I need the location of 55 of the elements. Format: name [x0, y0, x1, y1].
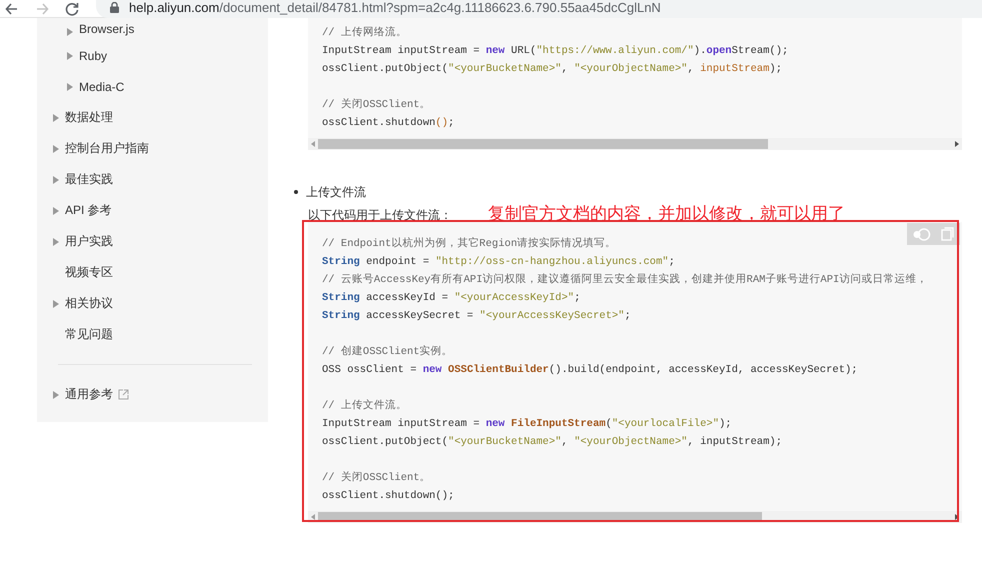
caret-icon[interactable] — [67, 28, 73, 36]
caret-icon[interactable] — [67, 52, 73, 60]
toggle-icon[interactable] — [913, 228, 931, 240]
code-line: // 创建OSSClient实例。 — [322, 344, 453, 360]
list-item: 上传文件流 — [306, 184, 366, 200]
code-line: ossClient.shutdown(); — [322, 489, 454, 504]
code-line: OSS ossClient = new OSSClientBuilder().build(endpoint, accessKeyId, accessKeySecret); — [322, 363, 858, 378]
code-line: // 上传网络流。 — [322, 25, 407, 41]
code-line: // 云账号AccessKey有所有API访问权限，建议遵循阿里云安全最佳实践，创建并使用RAM子账号进行API访问或日常运维， — [322, 272, 928, 288]
scroll-left-icon[interactable] — [311, 514, 315, 520]
scroll-right-icon[interactable] — [955, 141, 959, 147]
code-line: String accessKeySecret = "<yourAccessKeySecret>"; — [322, 309, 631, 324]
code-line: InputStream inputStream = new URL("https://www.aliyun.com/").openStream(); — [322, 44, 788, 59]
sidebar-item[interactable]: 数据处理 — [65, 109, 113, 126]
sidebar-item[interactable]: Ruby — [79, 48, 108, 62]
caret-icon[interactable] — [53, 176, 59, 184]
code-line: String accessKeyId = "<yourAccessKeyId>"; — [322, 291, 580, 306]
sidebar-item[interactable]: 常见问题 — [65, 326, 113, 343]
caret-icon[interactable] — [53, 206, 59, 214]
code-line: ossClient.putObject("<yourBucketName>", "<yourObjectName>", inputStream); — [322, 62, 782, 77]
back-icon[interactable] — [4, 0, 20, 16]
copy-icon[interactable] — [941, 227, 954, 241]
paragraph: 以下代码用于上传文件流： — [308, 207, 452, 224]
scroll-left-icon[interactable] — [311, 141, 315, 147]
sidebar-item[interactable]: API 参考 — [65, 202, 112, 219]
caret-icon[interactable] — [53, 390, 59, 398]
lock-icon[interactable] — [110, 2, 119, 12]
caret-icon[interactable] — [53, 238, 59, 246]
sidebar-item[interactable]: 用户实践 — [65, 233, 113, 250]
code-line: // 关闭OSSClient。 — [322, 470, 431, 486]
code-line: ossClient.putObject("<yourBucketName>", "<yourObjectName>", inputStream); — [322, 435, 782, 450]
caret-icon[interactable] — [53, 144, 59, 152]
bullet-icon — [294, 190, 298, 194]
caret-icon[interactable] — [53, 114, 59, 122]
caret-icon[interactable] — [67, 82, 73, 90]
sidebar-item[interactable]: 通用参考 — [65, 386, 113, 403]
external-link-icon[interactable] — [118, 389, 129, 400]
code-line: // 上传文件流。 — [322, 398, 407, 414]
sidebar-item[interactable]: 视频专区 — [65, 264, 113, 281]
code-line: // Endpoint以杭州为例，其它Region请按实际情况填写。 — [322, 236, 616, 252]
sidebar-item[interactable]: 控制台用户指南 — [65, 140, 149, 157]
reload-icon[interactable] — [64, 0, 80, 16]
code-line: ossClient.shutdown(); — [322, 116, 454, 131]
caret-icon[interactable] — [53, 300, 59, 308]
code-line: String endpoint = "http://oss-cn-hangzhou.aliyuncs.com"; — [322, 255, 675, 270]
url-field[interactable]: help.aliyun.com/document_detail/84781.html?spm=a2c4g.11186623.6.790.55aa45dcCglLnN — [96, 0, 982, 18]
forward-icon[interactable] — [34, 0, 50, 16]
sidebar-item[interactable]: 相关协议 — [65, 295, 113, 312]
scrollbar[interactable] — [308, 138, 962, 150]
sidebar-item[interactable]: Browser.js — [79, 22, 134, 36]
code-line: InputStream inputStream = new FileInputStream("<yourlocalFile>"); — [322, 417, 732, 432]
sidebar-item[interactable]: Media-C — [79, 80, 124, 94]
sidebar-item[interactable]: 最佳实践 — [65, 171, 113, 188]
code-line: // 关闭OSSClient。 — [322, 97, 431, 113]
scroll-right-icon[interactable] — [955, 514, 959, 520]
